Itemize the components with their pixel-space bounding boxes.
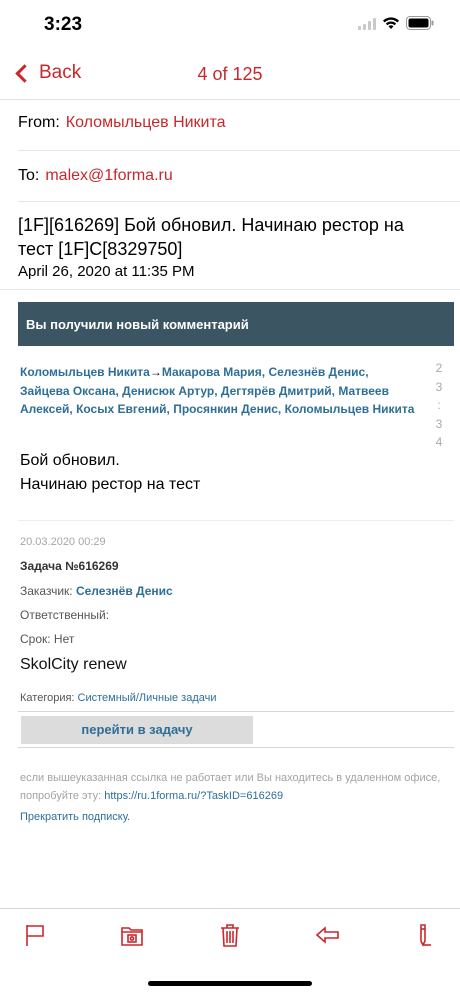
action-zone: перейти в задачу: [18, 711, 454, 748]
pager-digit: 4: [435, 435, 443, 449]
compose-icon[interactable]: [412, 921, 440, 949]
recipient-link[interactable]: Макарова Мария: [162, 365, 262, 379]
recipient-link[interactable]: Дегтярёв Дмитрий: [221, 384, 332, 398]
comment-line: Начинаю рестор на тест: [20, 476, 201, 493]
task-responsible: Ответственный:: [20, 608, 110, 622]
category-link[interactable]: Системный/Личные задачи: [78, 692, 217, 704]
task-customer: Заказчик: Селезнёв Денис: [20, 584, 173, 598]
to-label: To:: [18, 167, 40, 184]
arrow-icon: →: [149, 365, 162, 379]
participants-list: Коломыльцев Никита→Макарова Мария, Селез…: [20, 365, 415, 416]
pager-digit: 2: [435, 361, 443, 375]
recipient-link[interactable]: Селезнёв Денис: [268, 365, 365, 379]
reply-icon[interactable]: [314, 921, 342, 949]
task-date: 20.03.2020 00:29: [20, 536, 106, 548]
from-sender[interactable]: Коломыльцев Никита: [66, 114, 226, 131]
notification-banner: Вы получили новый комментарий: [18, 302, 454, 346]
pager-separator: :: [437, 398, 441, 412]
wifi-icon: [382, 16, 400, 30]
task-number: Задача №616269: [20, 559, 119, 573]
email-subject: [1F][616269] Бой обновил. Начинаю рестор…: [18, 215, 404, 259]
recipient-link[interactable]: Коломыльцев Никита: [285, 402, 415, 416]
comment-pager: 2 3 : 3 4: [434, 359, 444, 452]
divider: [18, 520, 454, 521]
from-row: From: Коломыльцев Никита: [18, 100, 460, 151]
battery-icon: [406, 16, 434, 30]
cellular-signal-icon: [358, 16, 376, 30]
category-label: Категория:: [20, 692, 75, 704]
task-deadline: Срок: Нет: [20, 632, 75, 646]
navigation-bar: Back 4 of 125: [0, 50, 460, 100]
status-bar: 3:23: [0, 0, 460, 50]
unsubscribe-dot: .: [127, 811, 131, 823]
customer-label: Заказчик:: [20, 584, 73, 598]
email-date: April 26, 2020 at 11:35 PM: [18, 263, 195, 280]
comment-text: Бой обновил. Начинаю рестор на тест: [20, 449, 200, 497]
fallback-link[interactable]: https://ru.1forma.ru/?TaskID=616269: [104, 790, 283, 802]
flag-icon[interactable]: [22, 921, 50, 949]
status-icons: [358, 16, 434, 30]
task-category: Категория: Системный/Личные задачи: [20, 692, 217, 704]
task-title: SkolCity renew: [20, 656, 127, 673]
trash-icon[interactable]: [216, 921, 244, 949]
from-label: From:: [18, 114, 60, 131]
comment-line: Бой обновил.: [20, 452, 120, 469]
to-recipient[interactable]: malex@1forma.ru: [45, 167, 172, 184]
bottom-toolbar: [0, 908, 460, 968]
author-link[interactable]: Коломыльцев Никита: [20, 365, 150, 379]
folder-icon[interactable]: [118, 921, 146, 949]
recipient-link[interactable]: Зайцева Оксана: [20, 384, 115, 398]
recipient-link[interactable]: Косых Евгений: [76, 402, 166, 416]
unsubscribe-row: Прекратить подписку.: [20, 811, 130, 823]
go-to-task-button[interactable]: перейти в задачу: [21, 716, 253, 744]
home-indicator[interactable]: [148, 981, 312, 986]
recipient-link[interactable]: Денисюк Артур: [122, 384, 214, 398]
pager-digit: 3: [435, 379, 443, 394]
divider: [0, 289, 460, 290]
customer-link[interactable]: Селезнёв Денис: [76, 584, 173, 598]
pager-digit: 3: [435, 416, 443, 431]
fallback-note: если вышеуказанная ссылка не работает ил…: [20, 770, 450, 805]
status-time: 3:23: [44, 14, 83, 35]
to-row: To: malex@1forma.ru: [18, 151, 460, 202]
unsubscribe-link[interactable]: Прекратить подписку: [20, 811, 127, 823]
message-counter: 4 of 125: [197, 64, 263, 84]
recipient-link[interactable]: Просянкин Денис: [173, 402, 278, 416]
